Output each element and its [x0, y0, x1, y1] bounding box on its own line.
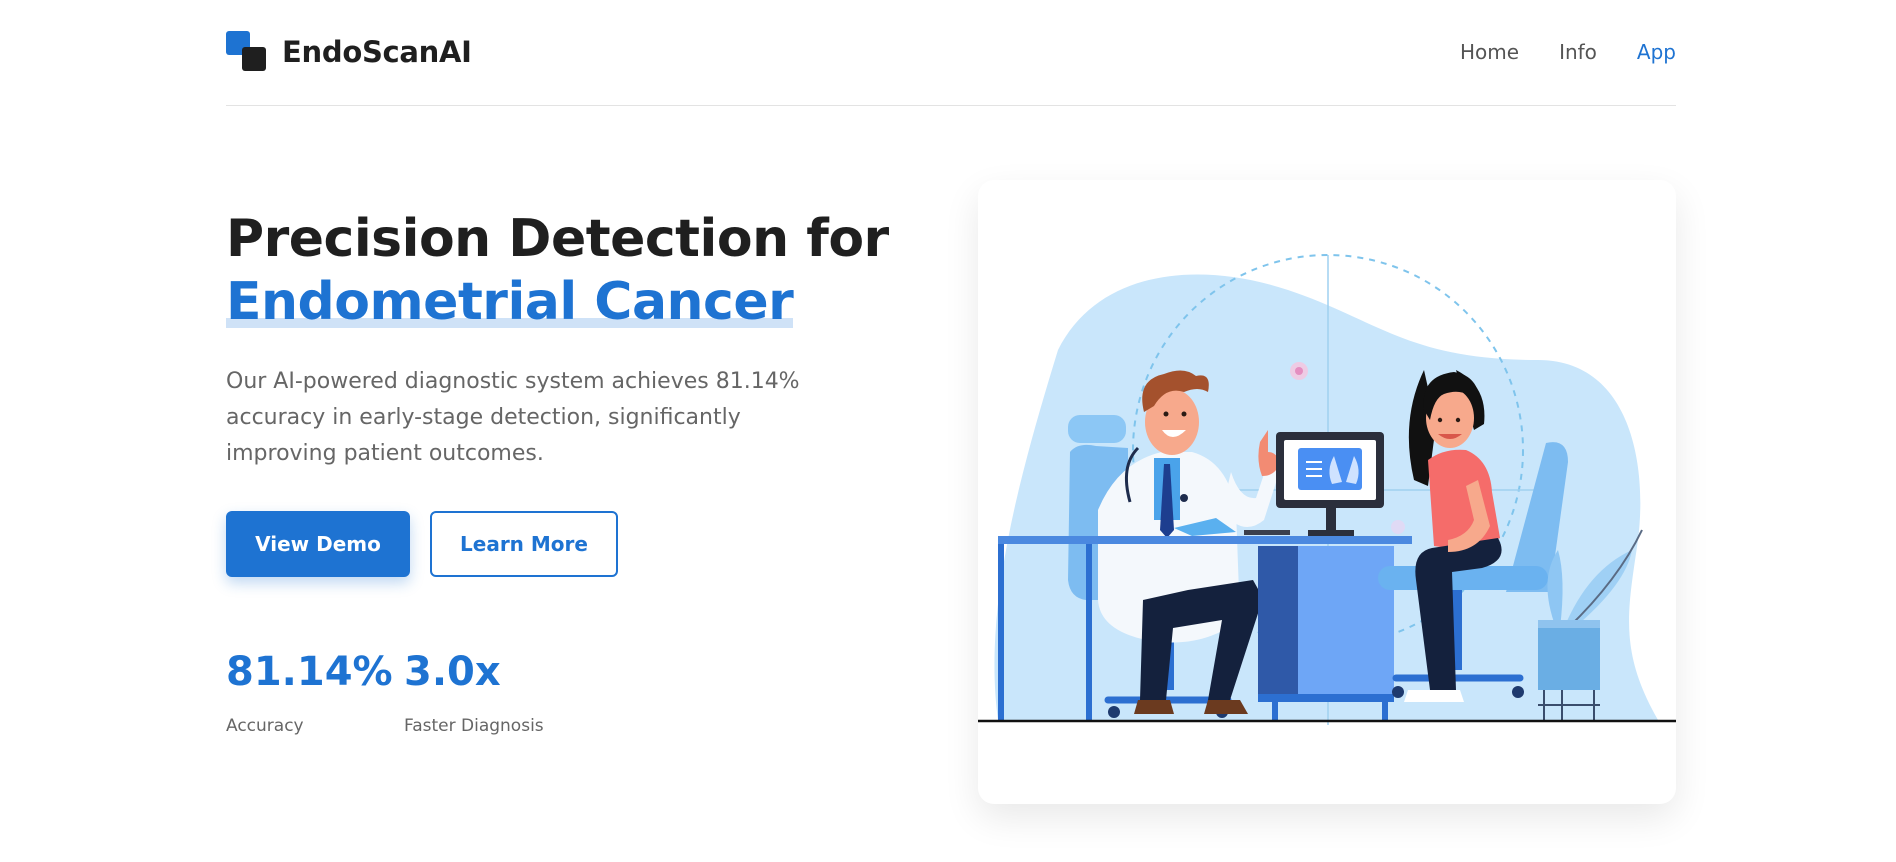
- nav-app[interactable]: App: [1637, 40, 1676, 64]
- brand-logo[interactable]: EndoScanAI: [226, 31, 472, 73]
- stat-speed: 3.0x Faster Diagnosis: [404, 648, 544, 736]
- scan-dot: [1295, 367, 1303, 375]
- site-header: EndoScanAI Home Info App: [226, 0, 1676, 106]
- main-nav: Home Info App: [1460, 40, 1676, 64]
- stat-value: 81.14%: [226, 649, 393, 695]
- scan-dot: [1391, 520, 1405, 534]
- stat-accuracy: 81.14% Accuracy: [226, 648, 393, 736]
- hero-title-line1: Precision Detection for: [226, 209, 889, 269]
- view-demo-button[interactable]: View Demo: [226, 511, 410, 577]
- nav-info[interactable]: Info: [1559, 40, 1597, 64]
- stat-label: Faster Diagnosis: [404, 716, 544, 736]
- hero-description: Our AI-powered diagnostic system achieve…: [226, 369, 800, 466]
- hero-title-highlight: Endometrial Cancer: [226, 272, 794, 332]
- nav-home[interactable]: Home: [1460, 40, 1519, 64]
- logo-icon: [226, 31, 268, 73]
- hero-illustration-card: [978, 180, 1676, 804]
- stat-label: Accuracy: [226, 716, 304, 736]
- brand-name: EndoScanAI: [282, 35, 472, 69]
- hero-title: Precision Detection for Endometrial Canc…: [226, 208, 889, 334]
- stat-value: 3.0x: [404, 649, 501, 695]
- doctor-patient-illustration: [978, 254, 1676, 725]
- learn-more-button[interactable]: Learn More: [430, 511, 618, 577]
